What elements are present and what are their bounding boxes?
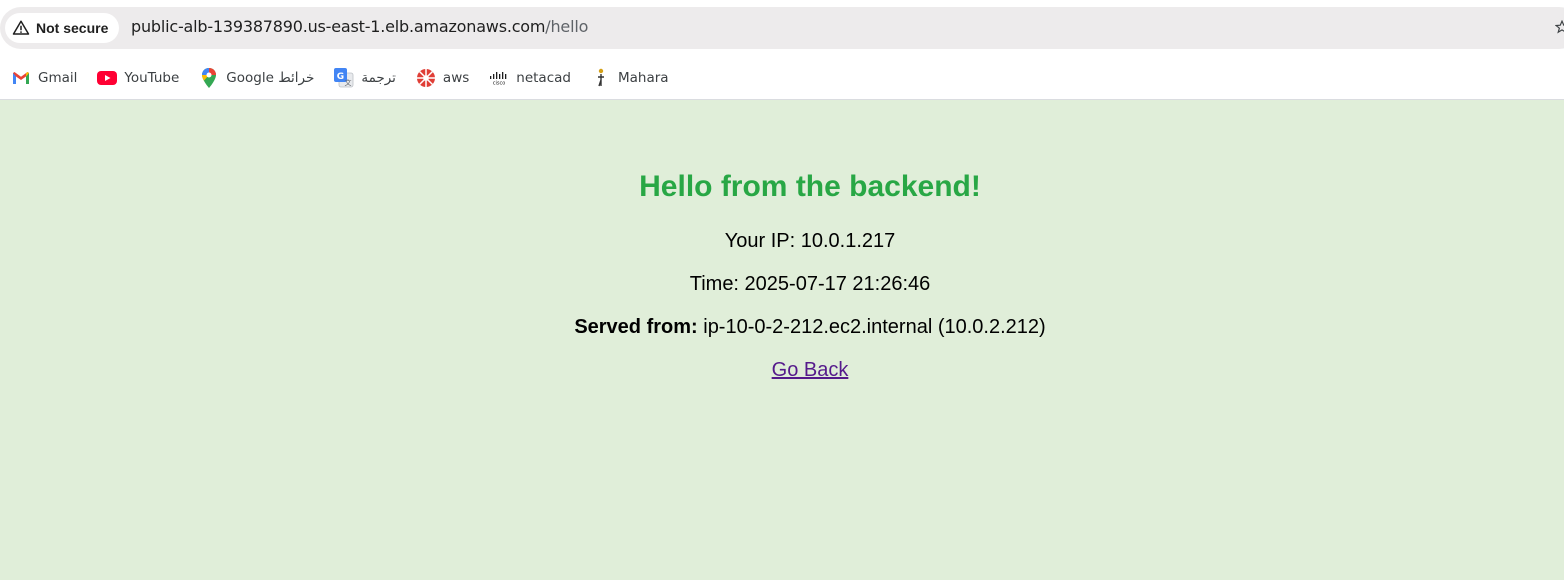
google-maps-icon	[199, 68, 219, 88]
bookmark-gmail[interactable]: Gmail	[0, 64, 87, 92]
bookmark-aws[interactable]: aws	[406, 64, 479, 92]
bookmark-youtube[interactable]: YouTube	[87, 64, 189, 92]
gmail-icon	[11, 68, 31, 88]
page-heading: Hello from the backend!	[639, 170, 981, 203]
svg-text:G: G	[337, 72, 344, 82]
served-from-label: Served from:	[574, 316, 698, 338]
bookmarks-bar: Gmail YouTube Google خرائط G 文 ترجمة aws…	[0, 57, 1564, 100]
served-from-value: ip-10-0-2-212.ec2.internal (10.0.2.212)	[697, 316, 1046, 338]
client-ip-text: Your IP: 10.0.1.217	[724, 230, 896, 252]
aws-icon	[416, 68, 436, 88]
bookmark-label: ترجمة	[361, 70, 396, 86]
youtube-icon	[97, 68, 118, 88]
go-back-container: Go Back	[0, 359, 1564, 382]
warning-icon	[12, 20, 30, 35]
mahara-icon	[591, 68, 611, 88]
served-from-text: Served from: ip-10-0-2-212.ec2.internal …	[0, 316, 1564, 339]
bookmark-google-maps[interactable]: Google خرائط	[189, 64, 324, 92]
svg-text:文: 文	[345, 78, 352, 87]
omnibox[interactable]: Not secure public-alb-139387890.us-east-…	[0, 7, 1564, 49]
bookmark-label: Mahara	[617, 70, 669, 86]
bookmark-label: aws	[442, 70, 470, 86]
google-translate-icon: G 文	[334, 68, 354, 88]
svg-text:cisco: cisco	[493, 81, 506, 86]
security-chip[interactable]: Not secure	[5, 13, 119, 43]
address-bar-row: Not secure public-alb-139387890.us-east-…	[0, 0, 1564, 57]
page-content: Hello from the backend! Your IP: 10.0.1.…	[0, 100, 1564, 580]
url-host: public-alb-139387890.us-east-1.elb.amazo…	[131, 17, 546, 36]
bookmark-label: YouTube	[124, 70, 180, 86]
bookmark-star-icon[interactable]	[1555, 20, 1564, 34]
bookmark-netacad[interactable]: cisco netacad	[479, 64, 581, 92]
security-label: Not secure	[36, 20, 109, 36]
bookmark-label: Google خرائط	[226, 70, 315, 86]
browser-window: Not secure public-alb-139387890.us-east-…	[0, 0, 1564, 580]
url-path: /hello	[545, 17, 589, 36]
url-text[interactable]: public-alb-139387890.us-east-1.elb.amazo…	[131, 17, 588, 36]
cisco-icon: cisco	[489, 68, 509, 88]
bookmark-label: Gmail	[38, 70, 78, 86]
bookmark-mahara[interactable]: Mahara	[581, 64, 679, 92]
time-text: Time: 2025-07-17 21:26:46	[689, 273, 931, 295]
bookmark-label: netacad	[516, 70, 571, 86]
bookmark-translate[interactable]: G 文 ترجمة	[324, 64, 406, 92]
go-back-link[interactable]: Go Back	[772, 359, 849, 381]
